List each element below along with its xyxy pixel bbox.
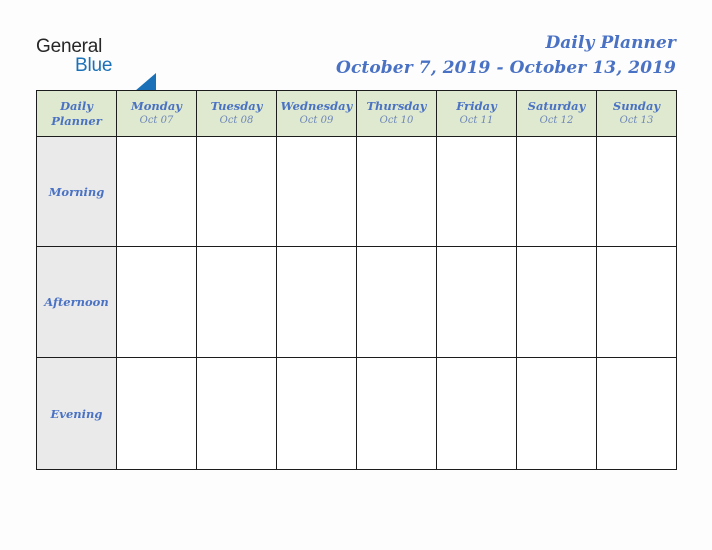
day-date: Oct 08 [219,115,254,126]
slot-afternoon-wednesday[interactable] [276,246,357,358]
slot-evening-thursday[interactable] [356,357,437,470]
page-header: General Blue Daily Planner October 7, 20… [0,0,712,97]
date-range: October 7, 2019 - October 13, 2019 [336,58,676,78]
day-date: Oct 07 [139,115,174,126]
table-corner-cell: Daily Planner [36,90,117,137]
day-name: Saturday [527,99,586,113]
day-date: Oct 10 [379,115,414,126]
table-row: Morning [36,136,677,247]
page-title: Daily Planner [545,33,676,53]
slot-afternoon-thursday[interactable] [356,246,437,358]
table-row: Evening [36,357,677,470]
day-name: Thursday [366,99,427,113]
row-label-afternoon: Afternoon [36,246,117,358]
slot-morning-friday[interactable] [436,136,517,247]
column-header-wednesday[interactable]: Wednesday Oct 09 [276,90,357,137]
column-header-monday[interactable]: Monday Oct 07 [116,90,197,137]
slot-morning-saturday[interactable] [516,136,597,247]
day-date: Oct 09 [299,115,334,126]
row-label-text: Evening [50,406,103,421]
row-label-evening: Evening [36,357,117,470]
brand-word-blue: Blue [75,55,113,76]
day-name: Wednesday [280,99,353,113]
slot-afternoon-friday[interactable] [436,246,517,358]
slot-evening-wednesday[interactable] [276,357,357,470]
slot-morning-tuesday[interactable] [196,136,277,247]
day-date: Oct 13 [619,115,654,126]
day-name: Monday [131,99,182,113]
column-header-tuesday[interactable]: Tuesday Oct 08 [196,90,277,137]
row-label-text: Morning [48,184,105,199]
row-label-morning: Morning [36,136,117,247]
daily-planner-page: General Blue Daily Planner October 7, 20… [0,0,712,550]
day-name: Friday [456,99,497,113]
slot-evening-saturday[interactable] [516,357,597,470]
day-date: Oct 11 [459,115,494,126]
planner-table: Daily Planner Monday Oct 07 Tuesday Oct … [36,90,677,470]
slot-morning-monday[interactable] [116,136,197,247]
corner-line-1: Daily [60,98,93,113]
slot-evening-sunday[interactable] [596,357,677,470]
column-header-thursday[interactable]: Thursday Oct 10 [356,90,437,137]
day-date: Oct 12 [539,115,574,126]
day-name: Tuesday [210,99,263,113]
slot-evening-monday[interactable] [116,357,197,470]
column-header-saturday[interactable]: Saturday Oct 12 [516,90,597,137]
slot-morning-sunday[interactable] [596,136,677,247]
day-name: Sunday [612,99,661,113]
slot-evening-friday[interactable] [436,357,517,470]
slot-morning-wednesday[interactable] [276,136,357,247]
row-label-text: Afternoon [44,295,109,309]
slot-evening-tuesday[interactable] [196,357,277,470]
slot-afternoon-sunday[interactable] [596,246,677,358]
slot-afternoon-monday[interactable] [116,246,197,358]
brand-logo[interactable]: General Blue [36,36,166,97]
title-block: Daily Planner October 7, 2019 - October … [336,32,676,80]
slot-afternoon-saturday[interactable] [516,246,597,358]
column-header-sunday[interactable]: Sunday Oct 13 [596,90,677,137]
column-header-friday[interactable]: Friday Oct 11 [436,90,517,137]
corner-line-2: Planner [51,113,102,128]
planner-header-row: Daily Planner Monday Oct 07 Tuesday Oct … [36,90,677,137]
slot-afternoon-tuesday[interactable] [196,246,277,358]
slot-morning-thursday[interactable] [356,136,437,247]
table-row: Afternoon [36,246,677,358]
